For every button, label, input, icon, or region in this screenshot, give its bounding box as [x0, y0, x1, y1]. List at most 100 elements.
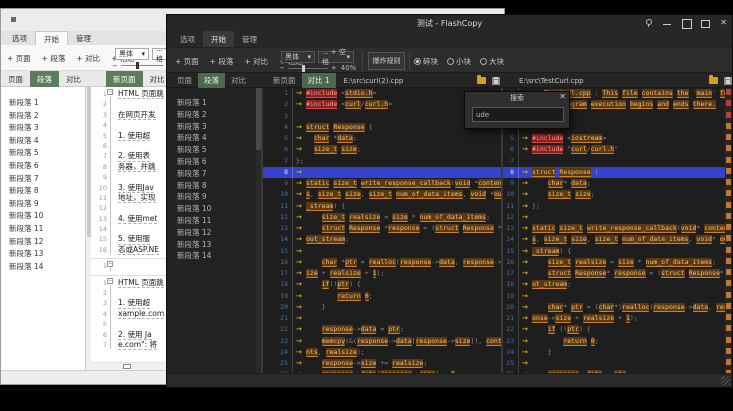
list-item[interactable]: 新段落 3 [1, 122, 85, 135]
maximize-icon[interactable] [701, 19, 709, 27]
doc-tab[interactable]: 对比 1 [302, 73, 336, 88]
panel-tab-对比[interactable]: 对比 [59, 71, 88, 87]
code-line[interactable]: 12→ [503, 212, 732, 223]
save-icon[interactable] [724, 77, 732, 85]
code-line[interactable]: 12→ size_t realsize = size * num_of_data… [263, 212, 501, 223]
explode-rules-button[interactable]: 爆炸规则 [368, 52, 405, 70]
panel-tab-页面[interactable]: 页面 [171, 73, 198, 88]
list-item[interactable]: 新段落 2 [1, 110, 85, 123]
doc-tab[interactable]: 新页面 [106, 71, 143, 87]
code-line[interactable]: 23→ return 0; [503, 336, 732, 347]
code-line[interactable]: 8→ [263, 167, 501, 178]
list-item[interactable]: 新段落 14 [167, 250, 261, 262]
code-line[interactable]: 19→ [503, 291, 732, 302]
collapse-icon[interactable]: − [107, 89, 113, 95]
code-line[interactable]: 16→ char *ptr = realloc(response->data, … [263, 257, 501, 268]
list-item[interactable]: 新段落 5 [167, 144, 261, 156]
list-item[interactable]: 新段落 8 [167, 180, 261, 192]
toolbar-button[interactable]: + 页面 [175, 56, 199, 67]
collapse-icon[interactable]: − [107, 261, 113, 267]
minimize-icon[interactable] [663, 19, 671, 27]
close-icon[interactable]: ✕ [720, 19, 727, 27]
code-line[interactable]: 9→ char* data; [503, 178, 732, 189]
list-item[interactable]: 新段落 12 [167, 227, 261, 239]
list-item[interactable]: 新段落 9 [1, 198, 85, 211]
zoom-slider[interactable]: − + 40% [279, 63, 359, 73]
code-line[interactable]: 20→ } [263, 302, 501, 313]
panel-tab-段落[interactable]: 段落 [198, 73, 225, 88]
dark-sidebar-scrollbar[interactable] [256, 88, 261, 373]
list-item[interactable]: 新段落 5 [1, 147, 85, 160]
code-line[interactable]: 14→out_stream; [263, 234, 501, 245]
code-line[interactable]: 21→onse->size + realsize + 1); [503, 313, 732, 324]
overview-ruler[interactable] [725, 88, 732, 373]
code-line[interactable]: 20→ char* ptr = (char*)realloc(response-… [503, 302, 732, 313]
list-item[interactable]: 新段落 13 [167, 239, 261, 251]
list-item[interactable]: 新段落 3 [167, 121, 261, 133]
list-item[interactable]: 新段落 6 [167, 156, 261, 168]
menu-tab-开始[interactable]: 开始 [203, 31, 234, 47]
list-item[interactable]: 新段落 7 [1, 173, 85, 186]
radio-小块[interactable]: 小块 [447, 56, 471, 67]
open-folder-icon[interactable] [709, 77, 718, 84]
list-item[interactable]: 新段落 8 [1, 185, 85, 198]
slider-track[interactable] [288, 68, 328, 69]
list-item[interactable]: 新段落 12 [1, 236, 85, 249]
code-line[interactable]: 22→ if (!ptr) { [503, 324, 732, 335]
panel-tab-段落[interactable]: 段落 [30, 71, 59, 87]
list-item[interactable]: 新段落 1 [1, 97, 85, 110]
code-line[interactable]: 18→ if(!ptr) { [263, 279, 501, 290]
code-line[interactable]: 14→s, size_t size, size_t num_of_data_it… [503, 234, 732, 245]
list-item[interactable]: 新段落 11 [167, 215, 261, 227]
code-line[interactable]: 18→ut_stream; [503, 279, 732, 290]
menu-tab-管理[interactable]: 管理 [68, 31, 99, 45]
code-line[interactable]: 24→ } [503, 347, 732, 358]
toolbar-button[interactable]: + 段落 [42, 53, 66, 64]
code-line[interactable]: 25→ [503, 358, 732, 369]
list-item[interactable]: 新段落 10 [167, 203, 261, 215]
menu-tab-选项[interactable]: 选项 [4, 31, 35, 45]
code-line[interactable]: 10→ size_t size; [503, 189, 732, 200]
resize-grip[interactable] [721, 376, 730, 385]
toolbar-button[interactable]: + 段落 [210, 56, 234, 67]
slider-knob[interactable] [136, 62, 139, 69]
code-line[interactable]: 15→_stream) { [503, 246, 732, 257]
toolbar-button[interactable]: + 对比 [244, 56, 268, 67]
pin-icon[interactable] [644, 19, 652, 27]
slider-minus-icon[interactable]: − [112, 62, 118, 70]
list-item[interactable]: 新段落 4 [167, 132, 261, 144]
code-line[interactable]: 9→static size_t write_response_callback(… [263, 178, 501, 189]
list-item[interactable]: 新段落 14 [1, 261, 85, 274]
code-line[interactable]: 15→ [263, 246, 501, 257]
code-line[interactable]: 23→ memcpy(&(response->data[response->si… [263, 336, 501, 347]
radio-碎块[interactable]: 碎块 [414, 56, 438, 67]
font-combo[interactable]: 黑体 ▾ [115, 48, 149, 60]
code-line[interactable]: 24→nts, realsize); [263, 347, 501, 358]
doc-tab[interactable]: 新页面 [267, 73, 302, 88]
slider-minus-icon[interactable]: − [279, 64, 285, 72]
code-line[interactable]: 21→ [263, 313, 501, 324]
code-line[interactable]: 17→ struct Response* response = (struct … [503, 268, 732, 279]
list-item[interactable]: 新段落 10 [1, 210, 85, 223]
open-folder-icon[interactable] [477, 77, 486, 84]
font-combo[interactable]: 黑体 ▾ [281, 51, 315, 63]
panel-tab-页面[interactable]: 页面 [1, 71, 30, 87]
code-line[interactable]: 25→ response->size += realsize; [263, 358, 501, 369]
scrollbar-thumb[interactable] [256, 88, 261, 150]
save-icon[interactable] [492, 77, 500, 85]
code-line[interactable]: 13→ struct Response *response = (struct … [263, 223, 501, 234]
radio-大块[interactable]: 大块 [480, 56, 504, 67]
code-line[interactable]: 11→}; [503, 201, 732, 212]
slider-track[interactable] [121, 65, 163, 66]
panel-tab-对比[interactable]: 对比 [225, 73, 252, 88]
list-item[interactable]: 新段落 1 [167, 97, 261, 109]
toolbar-button[interactable]: + 页面 [7, 53, 31, 64]
list-item[interactable]: 新段落 7 [167, 168, 261, 180]
slider-knob[interactable] [302, 65, 305, 72]
search-input[interactable] [472, 107, 564, 122]
fullscreen-icon[interactable] [682, 19, 690, 27]
list-item[interactable]: 新段落 2 [167, 109, 261, 121]
slider-plus-icon[interactable]: + [331, 64, 337, 72]
code-line[interactable]: 16→ size_t realsize = size * num_of_data… [503, 257, 732, 268]
scrollbar-thumb[interactable] [123, 364, 131, 369]
